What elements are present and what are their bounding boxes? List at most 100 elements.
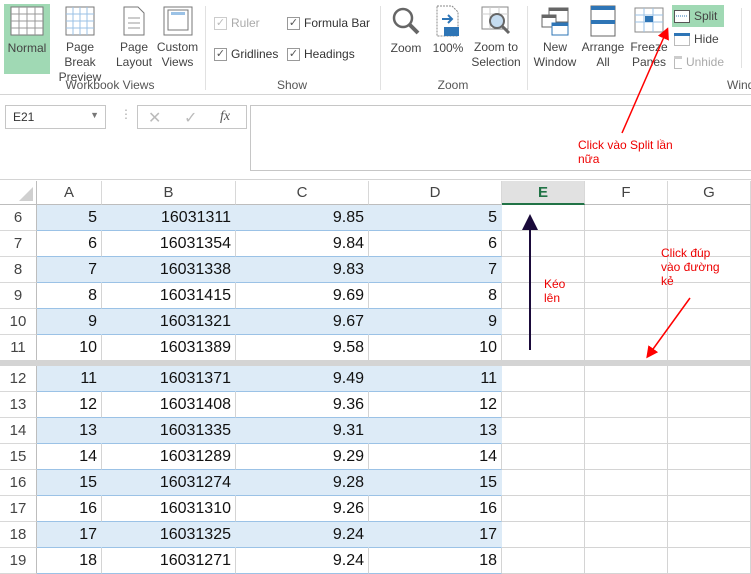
dropdown-arrow-icon[interactable]: ▼ — [90, 110, 99, 120]
cell-b10[interactable]: 16031321 — [102, 309, 236, 335]
column-header-f[interactable]: F — [585, 181, 668, 205]
cell-d7[interactable]: 6 — [369, 231, 502, 257]
cell-empty[interactable] — [668, 418, 751, 444]
cell-empty[interactable] — [502, 205, 585, 231]
row-header[interactable]: 11 — [0, 335, 37, 361]
cell-empty[interactable] — [585, 257, 668, 283]
cell-d12[interactable]: 11 — [369, 366, 502, 392]
row-header[interactable]: 15 — [0, 444, 37, 470]
cell-a8[interactable]: 7 — [37, 257, 102, 283]
cell-d17[interactable]: 16 — [369, 496, 502, 522]
row-header[interactable]: 8 — [0, 257, 37, 283]
cell-empty[interactable] — [585, 335, 668, 361]
cell-empty[interactable] — [585, 418, 668, 444]
cell-a13[interactable]: 12 — [37, 392, 102, 418]
cell-empty[interactable] — [585, 522, 668, 548]
cell-d11[interactable]: 10 — [369, 335, 502, 361]
row-header[interactable]: 6 — [0, 205, 37, 231]
row-header[interactable]: 18 — [0, 522, 37, 548]
cell-b19[interactable]: 16031271 — [102, 548, 236, 574]
gridlines-checkbox[interactable]: ✓ Gridlines — [214, 47, 278, 61]
cell-empty[interactable] — [668, 335, 751, 361]
freeze-panes-button[interactable]: Freeze Panes — [628, 4, 670, 74]
column-header-g[interactable]: G — [668, 181, 751, 205]
cell-a17[interactable]: 16 — [37, 496, 102, 522]
cell-c13[interactable]: 9.36 — [236, 392, 369, 418]
row-header[interactable]: 10 — [0, 309, 37, 335]
arrange-all-button[interactable]: Arrange All — [580, 4, 626, 74]
cell-empty[interactable] — [502, 366, 585, 392]
cell-a16[interactable]: 15 — [37, 470, 102, 496]
cell-empty[interactable] — [668, 444, 751, 470]
cell-b13[interactable]: 16031408 — [102, 392, 236, 418]
cell-empty[interactable] — [668, 470, 751, 496]
cell-empty[interactable] — [668, 496, 751, 522]
cell-empty[interactable] — [502, 418, 585, 444]
cell-c11[interactable]: 9.58 — [236, 335, 369, 361]
cell-empty[interactable] — [585, 205, 668, 231]
cell-d8[interactable]: 7 — [369, 257, 502, 283]
select-all-button[interactable] — [0, 181, 37, 205]
formula-bar-checkbox[interactable]: ✓ Formula Bar — [287, 16, 370, 30]
hide-button[interactable]: Hide — [672, 28, 724, 50]
cell-d15[interactable]: 14 — [369, 444, 502, 470]
cell-empty[interactable] — [502, 522, 585, 548]
page-break-preview-button[interactable]: Page Break Preview — [50, 4, 110, 84]
cell-empty[interactable] — [502, 231, 585, 257]
ruler-checkbox[interactable]: ✓ Ruler — [214, 16, 260, 30]
page-layout-button[interactable]: Page Layout — [113, 4, 155, 74]
cell-a14[interactable]: 13 — [37, 418, 102, 444]
cell-b18[interactable]: 16031325 — [102, 522, 236, 548]
row-header[interactable]: 12 — [0, 366, 37, 392]
cell-b6[interactable]: 16031311 — [102, 205, 236, 231]
cell-a15[interactable]: 14 — [37, 444, 102, 470]
cell-d13[interactable]: 12 — [369, 392, 502, 418]
cell-empty[interactable] — [502, 444, 585, 470]
split-button[interactable]: Split — [672, 5, 724, 27]
cell-empty[interactable] — [585, 366, 668, 392]
row-header[interactable]: 7 — [0, 231, 37, 257]
unhide-button[interactable]: Unhide — [672, 51, 724, 73]
column-header-b[interactable]: B — [102, 181, 236, 205]
zoom-button[interactable]: Zoom — [386, 4, 426, 74]
cell-empty[interactable] — [585, 309, 668, 335]
cell-a18[interactable]: 17 — [37, 522, 102, 548]
row-header[interactable]: 19 — [0, 548, 37, 574]
column-header-a[interactable]: A — [37, 181, 102, 205]
cell-b8[interactable]: 16031338 — [102, 257, 236, 283]
column-header-c[interactable]: C — [236, 181, 369, 205]
cell-empty[interactable] — [668, 366, 751, 392]
cell-c8[interactable]: 9.83 — [236, 257, 369, 283]
cell-a7[interactable]: 6 — [37, 231, 102, 257]
cell-empty[interactable] — [502, 335, 585, 361]
cell-empty[interactable] — [585, 496, 668, 522]
cell-b15[interactable]: 16031289 — [102, 444, 236, 470]
cell-d14[interactable]: 13 — [369, 418, 502, 444]
cell-a6[interactable]: 5 — [37, 205, 102, 231]
cell-c18[interactable]: 9.24 — [236, 522, 369, 548]
cell-empty[interactable] — [502, 309, 585, 335]
cell-empty[interactable] — [668, 522, 751, 548]
column-header-d[interactable]: D — [369, 181, 502, 205]
cell-c17[interactable]: 9.26 — [236, 496, 369, 522]
cell-b14[interactable]: 16031335 — [102, 418, 236, 444]
cell-a11[interactable]: 10 — [37, 335, 102, 361]
cell-c15[interactable]: 9.29 — [236, 444, 369, 470]
cell-b12[interactable]: 16031371 — [102, 366, 236, 392]
cell-b17[interactable]: 16031310 — [102, 496, 236, 522]
insert-function-button[interactable]: fx — [220, 109, 230, 125]
cell-c10[interactable]: 9.67 — [236, 309, 369, 335]
cell-a12[interactable]: 11 — [37, 366, 102, 392]
cell-empty[interactable] — [668, 205, 751, 231]
cell-d6[interactable]: 5 — [369, 205, 502, 231]
headings-checkbox[interactable]: ✓ Headings — [287, 47, 355, 61]
enter-icon[interactable]: ✓ — [184, 108, 197, 128]
cell-c16[interactable]: 9.28 — [236, 470, 369, 496]
cell-c9[interactable]: 9.69 — [236, 283, 369, 309]
row-header[interactable]: 13 — [0, 392, 37, 418]
cell-a10[interactable]: 9 — [37, 309, 102, 335]
cell-empty[interactable] — [585, 470, 668, 496]
cell-empty[interactable] — [668, 309, 751, 335]
cell-b11[interactable]: 16031389 — [102, 335, 236, 361]
name-box[interactable]: E21 ▼ — [5, 105, 106, 129]
